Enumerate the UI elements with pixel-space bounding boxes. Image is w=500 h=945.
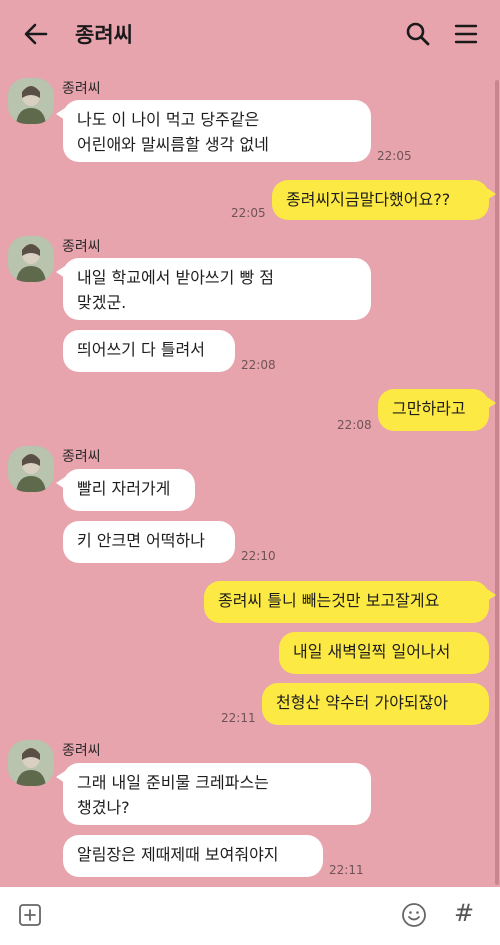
message-bubble[interactable]: 그래 내일 준비물 크레파스는 챙겼나? — [56, 763, 371, 825]
message-time: 22:08 — [337, 418, 372, 432]
message-text: 빨리 자러가게 — [77, 479, 171, 498]
sender-name: 종려씨 — [62, 81, 101, 97]
message-bubble[interactable]: 띄어쓰기 다 틀려서 — [63, 330, 235, 372]
sender-name: 종려씨 — [62, 743, 101, 759]
avatar[interactable] — [8, 78, 54, 124]
plus-square-icon — [19, 904, 41, 926]
sender-name: 종려씨 — [62, 449, 101, 465]
profile-picture-icon — [8, 78, 54, 124]
message-time: 22:10 — [241, 549, 276, 563]
message-time: 22:11 — [221, 711, 256, 725]
message-input-bar[interactable]: # — [0, 887, 500, 945]
message-line: 나도 이 나이 먹고 당주같은 — [77, 110, 260, 129]
back-button[interactable] — [22, 20, 50, 48]
chat-header: 종려씨 — [0, 0, 500, 68]
emoji-button[interactable] — [401, 902, 427, 928]
message-bubble[interactable]: 빨리 자러가게 — [56, 469, 195, 511]
my-message-bubble[interactable]: 그만하라고 — [378, 389, 496, 431]
message-line: 어린애와 말씨름할 생각 없네 — [77, 135, 269, 154]
profile-picture-icon — [8, 236, 54, 282]
chat-title: 종려씨 — [75, 23, 133, 47]
avatar[interactable] — [8, 740, 54, 786]
message-text: 알림장은 제때제때 보여줘야지 — [77, 845, 279, 864]
message-time: 22:08 — [241, 358, 276, 372]
avatar[interactable] — [8, 236, 54, 282]
smiley-icon — [402, 903, 426, 927]
message-bubble[interactable]: 키 안크면 어떡하나 — [63, 521, 235, 563]
message-text: 천형산 약수터 가야되잖아 — [276, 693, 449, 712]
search-icon — [406, 22, 430, 46]
attach-button[interactable] — [18, 903, 42, 927]
message-time: 22:05 — [231, 206, 266, 220]
message-line: 그래 내일 준비물 크레파스는 — [77, 773, 269, 792]
message-line: 맞겠군. — [77, 293, 127, 312]
menu-button[interactable] — [453, 21, 479, 47]
scrollbar[interactable] — [495, 80, 499, 885]
message-time: 22:11 — [329, 863, 364, 877]
message-text: 종려씨지금말다했어요?? — [286, 190, 451, 209]
avatar[interactable] — [8, 446, 54, 492]
hash-button[interactable]: # — [454, 899, 474, 927]
message-bubble[interactable]: 내일 학교에서 받아쓰기 빵 점 맞겠군. — [56, 258, 371, 320]
profile-picture-icon — [8, 446, 54, 492]
message-text: 내일 새벽일찍 일어나서 — [293, 642, 451, 661]
hamburger-menu-icon — [454, 24, 478, 44]
message-bubble[interactable]: 알림장은 제때제때 보여줘야지 — [63, 835, 323, 877]
my-message-bubble[interactable]: 내일 새벽일찍 일어나서 — [279, 632, 489, 674]
my-message-bubble[interactable]: 종려씨 틀니 빼는것만 보고잘게요 — [204, 581, 496, 623]
arrow-left-icon — [24, 23, 48, 45]
message-text: 띄어쓰기 다 틀려서 — [77, 340, 205, 359]
message-bubble[interactable]: 나도 이 나이 먹고 당주같은 어린애와 말씨름할 생각 없네 — [56, 100, 371, 162]
my-message-bubble[interactable]: 천형산 약수터 가야되잖아 — [262, 683, 489, 725]
sender-name: 종려씨 — [62, 239, 101, 255]
message-text: 종려씨 틀니 빼는것만 보고잘게요 — [218, 591, 440, 610]
message-line: 챙겼나? — [77, 798, 130, 817]
search-button[interactable] — [404, 20, 432, 48]
message-text: 키 안크면 어떡하나 — [77, 531, 205, 550]
message-text: 그만하라고 — [392, 399, 466, 418]
my-message-bubble[interactable]: 종려씨지금말다했어요?? — [272, 180, 496, 220]
profile-picture-icon — [8, 740, 54, 786]
message-time: 22:05 — [377, 149, 412, 163]
message-line: 내일 학교에서 받아쓰기 빵 점 — [77, 268, 274, 287]
